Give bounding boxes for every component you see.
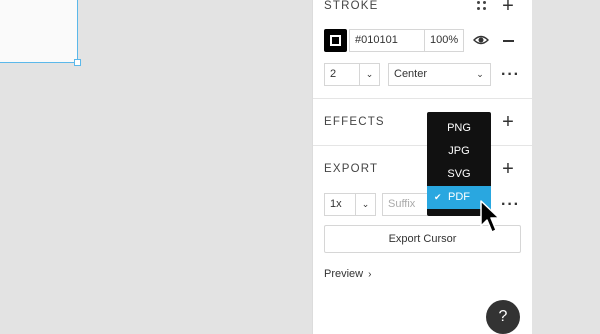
menu-item-label: SVG (447, 168, 471, 180)
stroke-color-swatch[interactable] (324, 29, 347, 52)
stroke-style-icon[interactable] (476, 0, 488, 12)
stroke-width-select[interactable]: 2 ⌄ (324, 63, 380, 86)
divider (313, 145, 533, 146)
stroke-hex-input[interactable]: #010101 (349, 29, 435, 52)
stroke-position-value: Center (394, 68, 428, 80)
chevron-right-icon: › (368, 269, 372, 280)
export-more-icon[interactable]: ··· (501, 197, 520, 213)
selected-frame[interactable] (0, 0, 78, 63)
preview-toggle[interactable]: Preview › (324, 268, 371, 280)
add-stroke-icon[interactable]: + (499, 0, 517, 16)
eye-icon[interactable] (473, 34, 489, 46)
stroke-section-title: STROKE (324, 0, 379, 12)
export-scale-select[interactable]: 1x ⌄ (324, 193, 376, 216)
help-icon: ? (498, 308, 508, 325)
export-scale-value: 1x (330, 198, 342, 210)
menu-item-label: PNG (447, 122, 471, 134)
export-suffix-input[interactable]: Suffix (382, 193, 430, 216)
stroke-more-icon[interactable]: ··· (501, 67, 520, 83)
stroke-position-select[interactable]: Center ⌄ (388, 63, 491, 86)
menu-item-label: JPG (448, 145, 470, 157)
add-effect-icon[interactable]: + (499, 112, 517, 132)
canvas-right-area (532, 0, 600, 334)
stroke-width-value: 2 (330, 68, 337, 80)
menu-item-label: PDF (448, 191, 470, 203)
effects-section-title: EFFECTS (324, 116, 385, 128)
chevron-down-icon: ⌄ (355, 194, 375, 215)
stroke-opacity-input[interactable]: 100% (424, 29, 464, 52)
remove-stroke-icon[interactable] (503, 40, 514, 42)
export-button-label: Export Cursor (388, 233, 457, 245)
divider (313, 98, 533, 99)
resize-handle[interactable] (74, 59, 81, 66)
mouse-pointer-icon (480, 200, 500, 233)
stroke-hex-value: #010101 (355, 34, 398, 46)
chevron-down-icon: ⌄ (359, 64, 379, 85)
export-section-title: EXPORT (324, 163, 379, 175)
properties-panel: STROKE + #010101 100% 2 ⌄ Center ⌄ ··· E… (312, 0, 533, 334)
stroke-opacity-value: 100% (430, 34, 459, 46)
add-export-icon[interactable]: + (499, 159, 517, 179)
menu-item-svg[interactable]: SVG (427, 163, 491, 186)
help-button[interactable]: ? (486, 300, 520, 334)
menu-item-jpg[interactable]: JPG (427, 140, 491, 163)
menu-item-png[interactable]: PNG (427, 117, 491, 140)
preview-label: Preview (324, 268, 364, 280)
export-suffix-placeholder: Suffix (388, 198, 416, 210)
chevron-down-icon: ⌄ (476, 69, 484, 79)
checkmark-icon: ✔ (434, 192, 442, 202)
